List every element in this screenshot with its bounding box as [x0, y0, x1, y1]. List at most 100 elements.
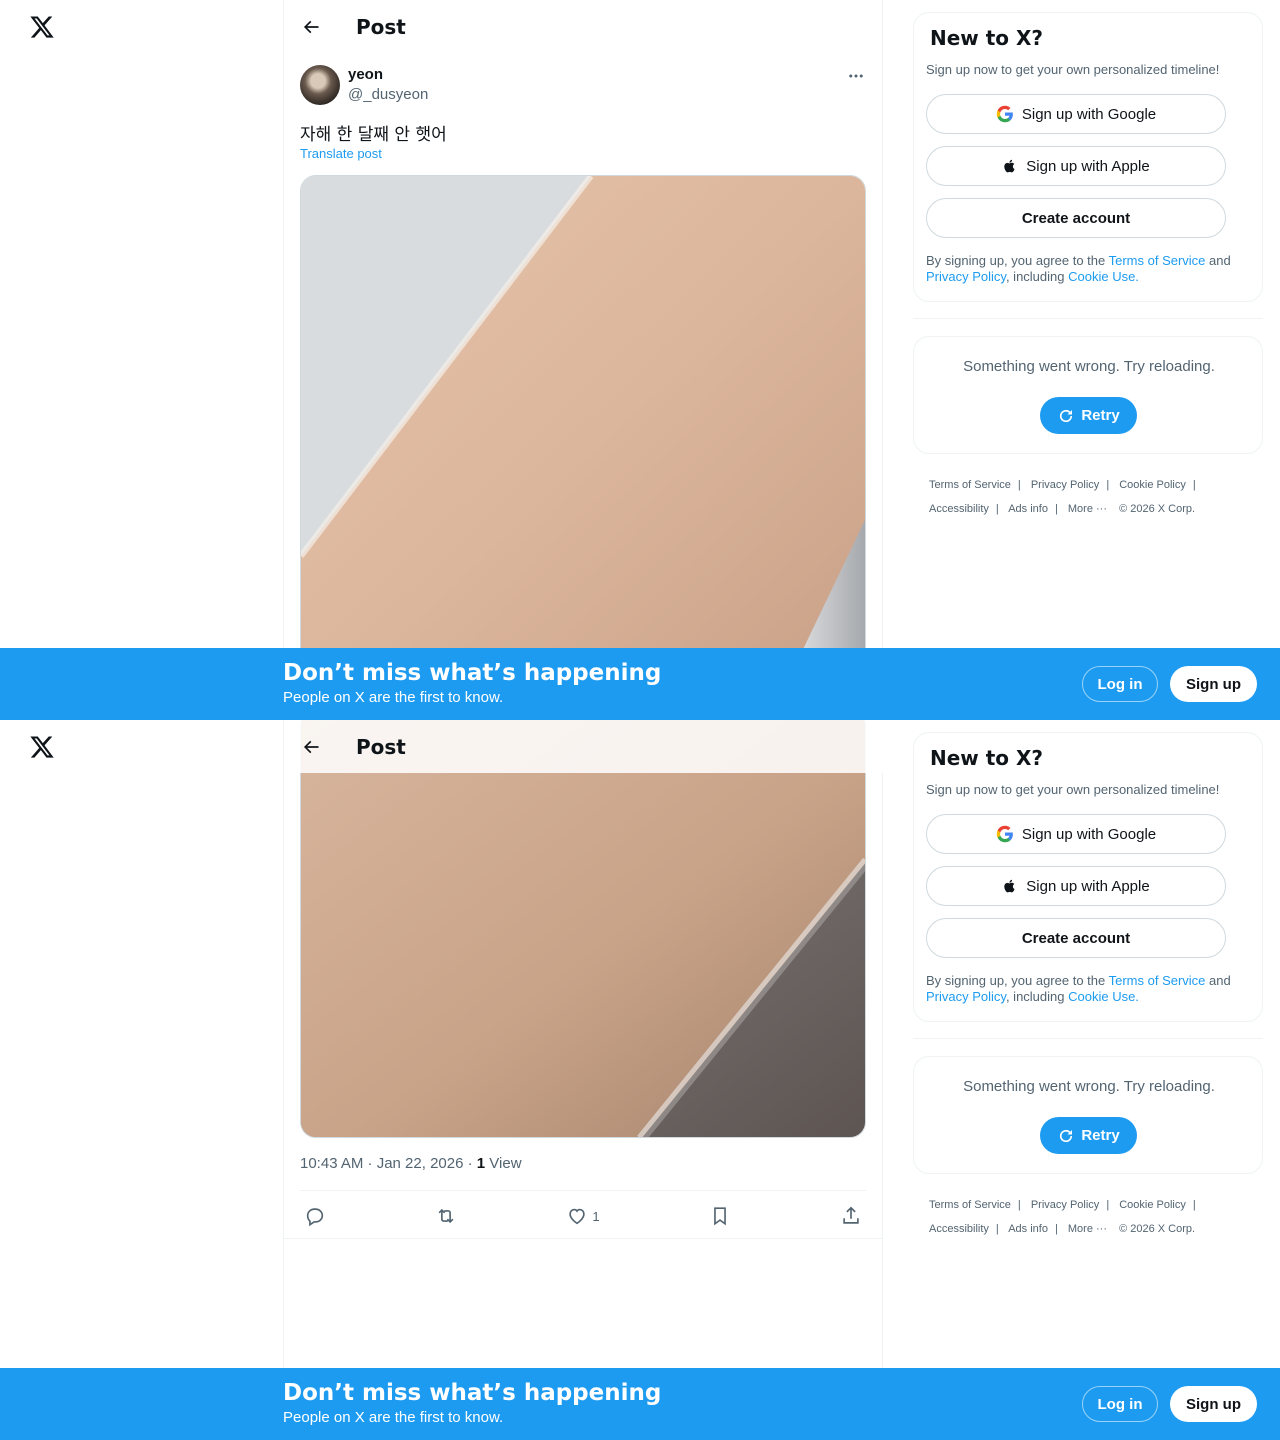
x-logo-icon[interactable] [29, 734, 55, 760]
post-time[interactable]: 10:43 AM · Jan 22, 2026 · [300, 1155, 477, 1172]
footer-ads[interactable]: Ads info [1008, 503, 1048, 515]
signup-google-button[interactable]: Sign up with Google [926, 94, 1226, 134]
error-message: Something went wrong. Try reloading. [963, 358, 1215, 375]
signup-apple-label: Sign up with Apple [1026, 157, 1150, 175]
signup-title: New to X? [930, 746, 1044, 770]
refresh-icon [1060, 409, 1073, 422]
post-image[interactable] [300, 175, 866, 715]
footer-terms[interactable]: Terms of Service [929, 1199, 1011, 1211]
footer-copyright: © 2026 X Corp. [1119, 503, 1196, 515]
retry-button[interactable]: Retry [1040, 1117, 1137, 1154]
login-button[interactable]: Log in [1082, 666, 1158, 702]
footer-cookie[interactable]: Cookie Policy [1119, 479, 1186, 491]
page-title: Post [356, 14, 406, 39]
heart-icon [569, 1208, 586, 1225]
apple-icon [1004, 159, 1015, 173]
footer-more[interactable]: More ··· [1068, 503, 1107, 515]
cookie-link[interactable]: Cookie Use. [1068, 989, 1139, 1004]
signup-card: New to X? Sign up now to get your own pe… [913, 12, 1263, 302]
login-button[interactable]: Log in [1082, 1386, 1158, 1422]
post-actions: 1 [300, 1198, 866, 1234]
top-bar: Post [284, 720, 883, 773]
banner-subtitle: People on X are the first to know. [283, 1409, 504, 1426]
repost-icon [438, 1208, 454, 1224]
view-count: 1 [476, 1155, 486, 1172]
post-timestamp: 10:43 AM · Jan 22, 2026 · 1 View [300, 1155, 522, 1172]
translate-post-link[interactable]: Translate post [300, 146, 382, 161]
signup-apple-button[interactable]: Sign up with Apple [926, 866, 1226, 906]
arrow-left-icon [303, 740, 319, 753]
arrow-left-icon [303, 20, 319, 33]
repost-button[interactable] [435, 1205, 457, 1227]
post-text: 자해 한 달째 안 햇어 [300, 125, 447, 145]
bookmark-button[interactable] [709, 1205, 731, 1227]
banner-title: Don’t miss what’s happening [283, 660, 662, 686]
error-card: Something went wrong. Try reloading. Ret… [913, 336, 1263, 454]
signup-subtitle: Sign up now to get your own personalized… [926, 782, 1220, 797]
signup-apple-button[interactable]: Sign up with Apple [926, 146, 1226, 186]
create-account-button[interactable]: Create account [926, 918, 1226, 958]
more-dots-icon [849, 74, 863, 78]
footer-privacy[interactable]: Privacy Policy [1031, 1199, 1099, 1211]
footer-more[interactable]: More ··· [1068, 1223, 1107, 1235]
signup-card: New to X? Sign up now to get your own pe… [913, 732, 1263, 1022]
footer-terms[interactable]: Terms of Service [929, 479, 1011, 491]
sidebar-divider [913, 1038, 1263, 1039]
signup-legal: By signing up, you agree to the Terms of… [926, 253, 1231, 284]
footer-accessibility[interactable]: Accessibility [929, 1223, 989, 1235]
post-image[interactable] [300, 720, 866, 1138]
viewport-top: Post yeon @_dusyeon 자해 한 달째 안 햇어 Transla… [0, 0, 1280, 720]
share-icon [843, 1206, 859, 1224]
signup-title: New to X? [930, 26, 1044, 50]
banner-subtitle: People on X are the first to know. [283, 689, 504, 706]
author-handle[interactable]: @_dusyeon [348, 86, 428, 103]
primary-column: Post yeon @_dusyeon 자해 한 달째 안 햇어 Transla… [283, 0, 883, 720]
post-author: yeon @_dusyeon [300, 64, 868, 108]
error-card: Something went wrong. Try reloading. Ret… [913, 1056, 1263, 1174]
like-button[interactable]: 1 [566, 1205, 600, 1227]
signup-google-label: Sign up with Google [1021, 105, 1157, 123]
footer-links: Terms of Service | Privacy Policy | Cookie… [929, 1199, 1196, 1235]
apple-icon [1004, 879, 1015, 893]
footer-cookie[interactable]: Cookie Policy [1119, 1199, 1186, 1211]
login-banner: Don’t miss what’s happening People on X … [0, 1368, 1280, 1440]
actions-bottom-divider [284, 1238, 883, 1239]
terms-link[interactable]: Terms of Service [1109, 973, 1206, 988]
footer-links: Terms of Service | Privacy Policy | Cookie… [929, 479, 1196, 515]
google-icon [996, 105, 1013, 123]
google-icon [996, 825, 1013, 843]
login-banner: Don’t miss what’s happening People on X … [0, 648, 1280, 720]
arm-photo [301, 720, 865, 1137]
footer-privacy[interactable]: Privacy Policy [1031, 479, 1099, 491]
privacy-link[interactable]: Privacy Policy [926, 269, 1006, 284]
share-button[interactable] [840, 1205, 862, 1227]
like-count: 1 [592, 1208, 600, 1224]
privacy-link[interactable]: Privacy Policy [926, 989, 1006, 1004]
more-button[interactable] [844, 64, 868, 88]
avatar[interactable] [300, 65, 340, 105]
back-button[interactable] [294, 10, 328, 44]
signup-apple-label: Sign up with Apple [1026, 877, 1150, 895]
signup-legal: By signing up, you agree to the Terms of… [926, 973, 1231, 1004]
sidebar-divider [913, 318, 1263, 319]
cookie-link[interactable]: Cookie Use. [1068, 269, 1139, 284]
primary-column: Post 10:43 AM · Jan 22, 2026 · 1 View 1 [283, 720, 883, 1440]
reply-icon [306, 1208, 324, 1227]
signup-google-button[interactable]: Sign up with Google [926, 814, 1226, 854]
signup-subtitle: Sign up now to get your own personalized… [926, 62, 1220, 77]
signup-button[interactable]: Sign up [1170, 1386, 1257, 1422]
terms-link[interactable]: Terms of Service [1109, 253, 1206, 268]
retry-button[interactable]: Retry [1040, 397, 1137, 434]
footer-accessibility[interactable]: Accessibility [929, 503, 989, 515]
footer-copyright: © 2026 X Corp. [1119, 1223, 1196, 1235]
back-button[interactable] [294, 730, 328, 764]
footer-ads[interactable]: Ads info [1008, 1223, 1048, 1235]
signup-google-label: Sign up with Google [1021, 825, 1157, 843]
signup-button[interactable]: Sign up [1170, 666, 1257, 702]
author-name[interactable]: yeon [348, 66, 383, 83]
reply-button[interactable] [304, 1205, 326, 1227]
actions-divider [300, 1190, 866, 1191]
x-logo-icon[interactable] [29, 14, 55, 40]
create-account-button[interactable]: Create account [926, 198, 1226, 238]
top-bar: Post [284, 0, 883, 53]
